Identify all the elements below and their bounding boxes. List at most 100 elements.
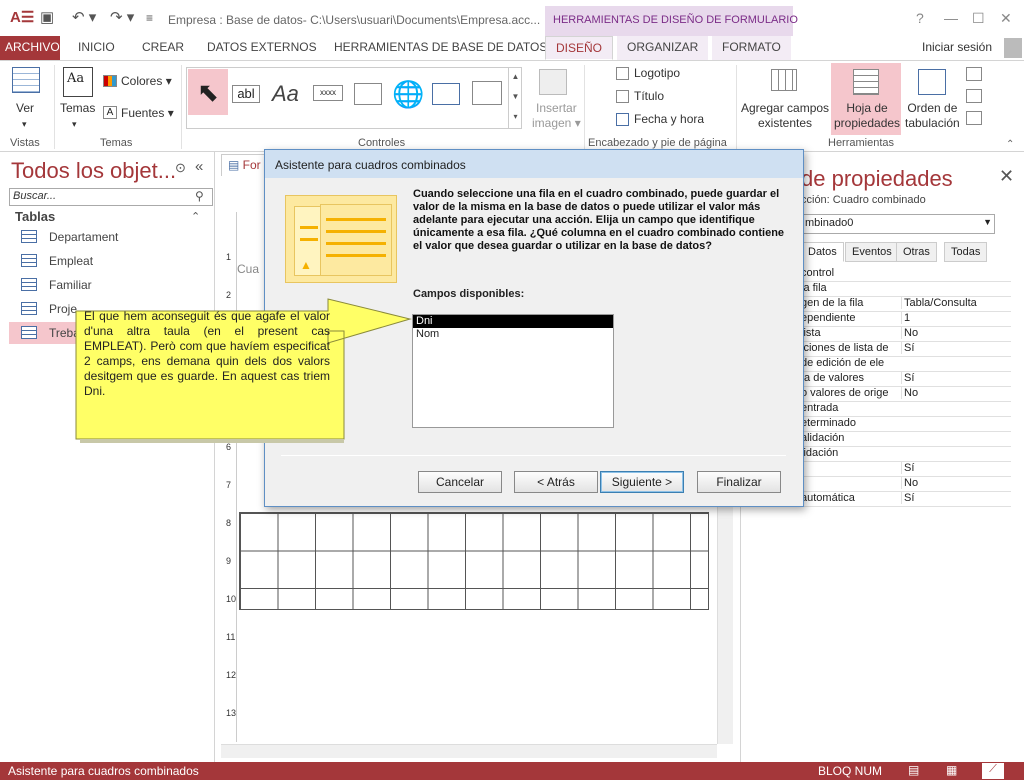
form-tab[interactable]: ▤ For [221, 154, 268, 176]
label-control-icon[interactable]: Aa [272, 81, 299, 107]
property-value[interactable]: No [901, 477, 1011, 489]
tab-order-icon[interactable] [918, 69, 946, 95]
insertar-imagen-button[interactable]: Insertar imagen ▾ [532, 101, 581, 131]
property-value[interactable]: 1 [901, 312, 1011, 324]
close-icon[interactable]: ✕ [1000, 10, 1012, 27]
nav-section-tablas[interactable]: Tablas [15, 209, 55, 224]
tab-control-icon[interactable] [354, 83, 382, 105]
selection-combo[interactable]: mbinado0 ▼ [801, 214, 995, 234]
property-row[interactable]: o valores de orige No [801, 387, 1011, 402]
gallery-scroll-icon[interactable]: ▲ ▼ ▾ [508, 67, 522, 129]
property-row[interactable]: iciones de lista de Sí [801, 342, 1011, 357]
next-button[interactable]: Siguiente > [600, 471, 684, 493]
property-value[interactable]: Sí [901, 462, 1011, 474]
tab-archivo[interactable]: ARCHIVO [0, 36, 60, 60]
property-value[interactable]: Sí [901, 492, 1011, 504]
list-item-dni[interactable]: Dni [413, 315, 613, 328]
button-control-icon[interactable]: xxxx [313, 85, 343, 101]
property-value[interactable]: Sí [901, 342, 1011, 354]
nav-search-input[interactable]: Buscar... [9, 188, 213, 206]
property-row[interactable]: lidación [801, 447, 1011, 462]
form-view-icon[interactable]: ▤ [908, 763, 919, 777]
property-row[interactable]: control [801, 267, 1011, 282]
avatar[interactable] [1004, 38, 1022, 58]
property-row[interactable]: automática Sí [801, 492, 1011, 507]
help-icon[interactable]: ? [916, 10, 924, 26]
redo-icon[interactable]: ↷ ▾ [110, 10, 134, 26]
ver-dropdown-icon[interactable]: ▾ [22, 117, 27, 132]
property-row[interactable]: ependiente 1 [801, 312, 1011, 327]
horizontal-scrollbar[interactable] [221, 744, 717, 758]
property-value[interactable]: No [901, 327, 1011, 339]
add-fields-icon[interactable] [771, 69, 797, 91]
tab-todas[interactable]: Todas [944, 242, 988, 262]
property-sheet-icon[interactable] [853, 69, 879, 95]
property-row[interactable]: eterminado [801, 417, 1011, 432]
property-row[interactable]: de edición de ele [801, 357, 1011, 372]
available-fields-list[interactable]: Dni Nom [412, 314, 614, 428]
tab-datos[interactable]: Datos [801, 242, 844, 262]
fecha-hora-button[interactable]: Fecha y hora [634, 112, 704, 127]
cancel-button[interactable]: Cancelar [418, 471, 502, 493]
convert-macros-icon[interactable] [966, 111, 982, 125]
tab-datos-externos[interactable]: DATOS EXTERNOS [197, 36, 327, 60]
property-value[interactable]: No [901, 387, 1011, 399]
design-view-icon[interactable]: ⟋ [982, 763, 1004, 779]
property-value[interactable]: Tabla/Consulta [901, 297, 1011, 309]
hoja-propiedades-button[interactable]: Hoja de propiedades [834, 101, 900, 131]
close-icon[interactable]: ✕ [999, 166, 1014, 187]
themes-icon[interactable]: Aa [63, 67, 93, 97]
property-row[interactable]: Sí [801, 462, 1011, 477]
property-value[interactable]: Sí [901, 372, 1011, 384]
search-icon[interactable]: ⚲ [195, 189, 204, 203]
finish-button[interactable]: Finalizar [697, 471, 781, 493]
tab-organizar[interactable]: ORGANIZAR [617, 36, 709, 60]
nav-title[interactable]: Todos los objet... [11, 158, 176, 184]
tab-herramientas-bd[interactable]: HERRAMIENTAS DE BASE DE DATOS [324, 36, 557, 60]
navigation-control-icon[interactable] [472, 81, 502, 105]
nav-collapse-icon[interactable]: « [195, 158, 203, 175]
ver-button[interactable]: Ver [16, 101, 34, 116]
property-row[interactable]: gen de la fila Tabla/Consulta [801, 297, 1011, 312]
logotipo-button[interactable]: Logotipo [634, 66, 680, 81]
colores-button[interactable]: Colores ▾ [121, 74, 172, 89]
property-row[interactable]: lista No [801, 327, 1011, 342]
tab-formato[interactable]: FORMATO [712, 36, 791, 60]
collapse-ribbon-icon[interactable]: ⌃ [1006, 139, 1014, 150]
fuentes-button[interactable]: Fuentes ▾ [121, 106, 174, 121]
nav-item-departament[interactable]: Departament [9, 226, 213, 248]
tab-crear[interactable]: CREAR [132, 36, 194, 60]
nav-item-familiar[interactable]: Familiar [9, 274, 213, 296]
tab-eventos[interactable]: Eventos [845, 242, 899, 262]
select-pointer-icon[interactable]: ⬉ [188, 69, 228, 115]
property-row[interactable]: la fila [801, 282, 1011, 297]
insert-image-icon[interactable] [539, 69, 567, 95]
nav-menu-icon[interactable]: ⊙ [175, 160, 186, 176]
maximize-icon[interactable]: ☐ [972, 10, 985, 27]
signin-link[interactable]: Iniciar sesión [912, 36, 1002, 60]
hyperlink-icon[interactable]: 🌐 [392, 79, 424, 110]
textbox-icon[interactable]: abl [232, 85, 260, 103]
temas-dropdown-icon[interactable]: ▾ [72, 117, 77, 132]
titulo-button[interactable]: Título [634, 89, 664, 104]
list-item-nom[interactable]: Nom [413, 328, 613, 341]
access-app-icon[interactable]: A☰ [10, 10, 34, 26]
temas-button[interactable]: Temas [60, 101, 95, 116]
tab-diseno[interactable]: DISEÑO [545, 36, 614, 60]
back-button[interactable]: < Atrás [514, 471, 598, 493]
property-row[interactable]: ta de valores Sí [801, 372, 1011, 387]
subform-icon[interactable] [966, 67, 982, 81]
save-icon[interactable]: ▣ [40, 10, 54, 26]
code-icon[interactable] [966, 89, 982, 103]
view-icon[interactable] [12, 67, 40, 93]
nav-item-empleat[interactable]: Empleat [9, 250, 213, 272]
customize-qat-icon[interactable]: ≡ [146, 10, 153, 26]
property-row[interactable]: No [801, 477, 1011, 492]
web-browser-icon[interactable] [432, 83, 460, 105]
design-grid[interactable] [239, 512, 709, 610]
property-row[interactable]: entrada [801, 402, 1011, 417]
agregar-campos-button[interactable]: Agregar campos existentes [741, 101, 829, 131]
property-row[interactable]: alidación [801, 432, 1011, 447]
orden-tabulacion-button[interactable]: Orden de tabulación [905, 101, 960, 131]
layout-view-icon[interactable]: ▦ [946, 763, 957, 777]
